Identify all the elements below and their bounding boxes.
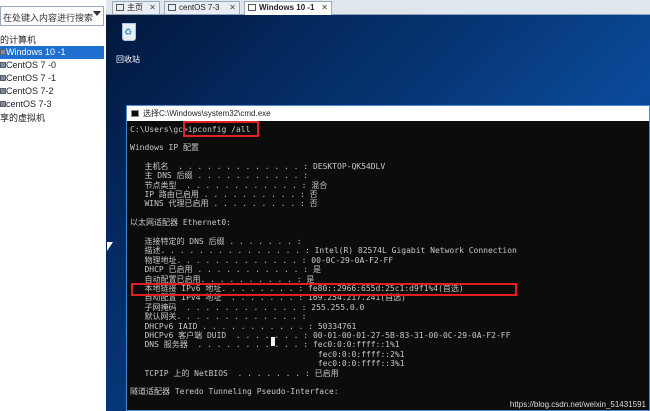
cmd-output-line: 子网掩码 . . . . . . . . . . . . : 255.255.0… xyxy=(130,302,365,312)
tab-vm-active[interactable]: Windows 10 -1 ✕ xyxy=(244,1,332,15)
tab-bar: 主页 ✕ centOS 7-3 ✕ Windows 10 -1 ✕ xyxy=(106,0,650,15)
vm-icon xyxy=(248,4,256,11)
recycle-symbol-icon: ♻ xyxy=(124,27,133,37)
vm-icon xyxy=(168,4,176,11)
tab-label: centOS 7-3 xyxy=(179,3,220,12)
cmd-output[interactable]: C:\Users\gc>ipconfig /all Windows IP 配置 … xyxy=(130,121,649,410)
cmd-icon xyxy=(131,110,139,117)
chevron-down-icon[interactable] xyxy=(93,11,101,16)
cmd-output-line: WINS 代理已启用 . . . . . . . . . : 否 xyxy=(130,199,318,209)
cmd-title-bar[interactable]: 选择C:\Windows\system32\cmd.exe xyxy=(127,106,649,121)
tab-vm[interactable]: centOS 7-3 ✕ xyxy=(164,1,240,14)
tree-item-label: CentOS 7 -0 xyxy=(6,60,57,70)
cmd-title: 选择C:\Windows\system32\cmd.exe xyxy=(143,109,271,118)
cmd-output-line: DHCPv6 客户端 DUID . . . . . . . : 00-01-00… xyxy=(130,331,511,340)
tree-item-vm[interactable]: CentOS 7 -1 xyxy=(0,72,104,85)
tree-item-vm[interactable]: CentOS 7 -0 xyxy=(0,59,104,72)
cmd-output-line: 主机名 . . . . . . . . . . . . . : DESKTOP-… xyxy=(130,161,386,171)
cmd-output-line: 以太网适配器 Ethernet0: xyxy=(130,218,231,228)
tree-item-label: Windows 10 -1 xyxy=(6,47,66,57)
cmd-output-line: Windows IP 配置 xyxy=(130,143,199,152)
vm-desktop[interactable]: ♻ 回收站 选择C:\Windows\system32\cmd.exe C:\U… xyxy=(106,15,650,411)
text-cursor xyxy=(271,337,275,346)
mouse-pointer-icon xyxy=(107,242,113,251)
tree-root[interactable]: 的计算机 xyxy=(0,33,36,46)
cmd-output-line: 物理地址. . . . . . . . . . . . . : 00-0C-29… xyxy=(130,255,394,265)
tab-home[interactable]: 主页 ✕ xyxy=(112,1,160,14)
cmd-output-line: TCPIP 上的 NetBIOS . . . . . . . : 已启用 xyxy=(130,368,339,378)
cmd-output-line: 默认网关. . . . . . . . . . . . . : xyxy=(130,312,307,322)
cmd-output-line: DHCPv6 IAID . . . . . . . . . . . : 5033… xyxy=(130,321,357,331)
cmd-output-line: 隧道适配器 Teredo Tunneling Pseudo-Interface: xyxy=(130,387,339,397)
cmd-output-line: fec0:0:0:ffff::3%1 xyxy=(130,359,405,369)
cmd-output-line: fec0:0:0:ffff::2%1 xyxy=(130,349,405,359)
tab-label: Windows 10 -1 xyxy=(259,3,315,12)
cmd-window[interactable]: 选择C:\Windows\system32\cmd.exe C:\Users\g… xyxy=(126,105,650,411)
tab-label: 主页 xyxy=(127,3,143,12)
vm-library-sidebar: 在处键入内容进行搜索 的计算机 Windows 10 -1 CentOS 7 -… xyxy=(0,0,107,411)
cmd-output-line: IP 路由已启用 . . . . . . . . . . : 否 xyxy=(130,190,318,199)
cmd-output-line: 连接特定的 DNS 后缀 . . . . . . . : xyxy=(130,237,302,246)
home-icon xyxy=(116,4,124,11)
recycle-bin-label: 回收站 xyxy=(116,55,140,64)
cmd-output-line: 主 DNS 后缀 . . . . . . . . . . . : xyxy=(130,171,309,181)
watermark: https://blog.csdn.net/weixin_51431591 xyxy=(509,400,646,409)
search-text: 在处键入内容进行搜索 xyxy=(3,13,94,23)
close-icon[interactable]: ✕ xyxy=(229,2,236,14)
cmd-output-line: 节点类型 . . . . . . . . . . . . : 混合 xyxy=(130,180,328,190)
tree-root-label: 的计算机 xyxy=(0,35,37,45)
tree-item-vm[interactable]: centOS 7-3 xyxy=(0,98,104,111)
tree-item-vm[interactable]: Windows 10 -1 xyxy=(0,46,104,59)
cmd-output-line: DHCP 已启用 . . . . . . . . . . . : 是 xyxy=(130,265,321,275)
cmd-prompt: C:\Users\gc> xyxy=(130,125,188,134)
highlight-box-command xyxy=(183,121,259,137)
cmd-output-line: DNS 服务器 . . . . . . . . . . . : fec0:0:0… xyxy=(130,340,400,350)
tree-shared-label: 享的虚拟机 xyxy=(0,113,46,123)
tree-item-shared[interactable]: 享的虚拟机 xyxy=(0,111,45,124)
recycle-bin-icon[interactable]: ♻ xyxy=(116,21,142,47)
library-search-input[interactable]: 在处键入内容进行搜索 xyxy=(0,6,104,26)
tree-item-label: CentOS 7-2 xyxy=(6,86,54,96)
close-icon[interactable]: ✕ xyxy=(321,2,328,14)
tree-item-vm[interactable]: CentOS 7-2 xyxy=(0,85,104,98)
tree-item-label: CentOS 7 -1 xyxy=(6,73,57,83)
close-icon[interactable]: ✕ xyxy=(149,2,156,14)
highlight-box-mac-address xyxy=(131,283,517,296)
tree-item-label: centOS 7-3 xyxy=(6,99,52,109)
cmd-output-line: 描述. . . . . . . . . . . . . . . : Intel(… xyxy=(130,246,517,256)
